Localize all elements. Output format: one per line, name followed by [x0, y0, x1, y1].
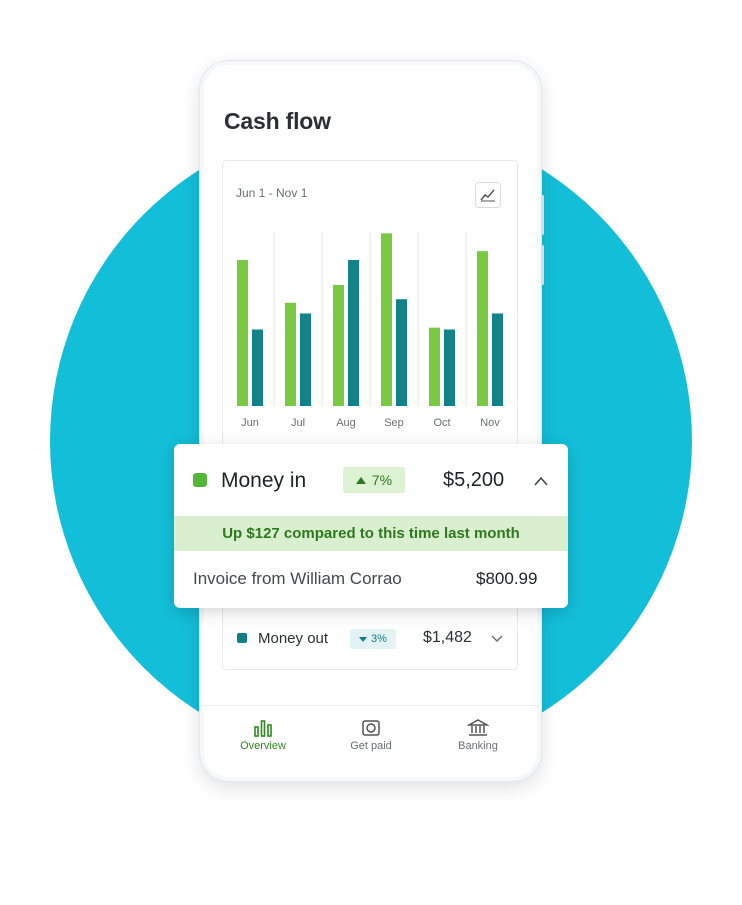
money-out-legend-swatch [237, 633, 247, 643]
phone-side-button [541, 195, 544, 235]
bank-icon [467, 719, 489, 736]
phone-side-button [541, 245, 544, 285]
invoice-label[interactable]: Invoice from William Corrao [193, 569, 402, 589]
bar-money-in[interactable] [477, 251, 488, 406]
chart-type-button[interactable] [475, 182, 501, 208]
bar-money-out[interactable] [396, 299, 407, 406]
bar-chart-icon [254, 720, 272, 737]
money-out-change-badge: 3% [350, 629, 396, 649]
x-tick-label: Oct [433, 417, 450, 429]
trend-down-icon [359, 636, 368, 642]
money-out-label: Money out [258, 630, 329, 647]
date-range-label[interactable]: Jun 1 - Nov 1 [236, 186, 307, 200]
money-in-change-badge: 7% [343, 467, 405, 493]
x-tick-label: Nov [480, 417, 500, 429]
tab-get-paid[interactable]: Get paid [331, 718, 411, 752]
invoice-amount: $800.99 [476, 569, 538, 588]
cash-flow-chart: Jun Jul Aug Sep Oct Nov [237, 232, 503, 429]
money-in-comparison-banner: Up $127 compared to this time last month [174, 516, 568, 551]
tab-get-paid-label: Get paid [350, 740, 392, 752]
chevron-up-icon[interactable] [533, 475, 549, 487]
tab-overview[interactable]: Overview [223, 718, 303, 752]
line-chart-icon [480, 189, 495, 202]
x-tick-label: Aug [336, 417, 356, 429]
bar-money-in[interactable] [285, 302, 296, 406]
tab-banking[interactable]: Banking [438, 718, 518, 752]
bar-money-in[interactable] [381, 233, 392, 406]
bar-money-out[interactable] [348, 260, 359, 406]
trend-up-icon [355, 476, 366, 484]
bar-money-out[interactable] [444, 329, 455, 406]
bar-money-in[interactable] [237, 260, 248, 406]
x-tick-label: Sep [384, 417, 404, 429]
bar-money-out[interactable] [300, 313, 311, 406]
money-out-amount: $1,482 [423, 629, 472, 646]
tab-bar-divider [203, 705, 539, 706]
x-tick-label: Jul [291, 417, 305, 429]
tab-banking-label: Banking [458, 740, 498, 752]
bar-money-out[interactable] [252, 329, 263, 406]
money-in-label: Money in [221, 469, 307, 492]
money-in-change-value: 7% [371, 472, 393, 488]
page-title: Cash flow [224, 108, 331, 134]
bar-money-in[interactable] [429, 327, 440, 406]
x-tick-label: Jun [241, 417, 259, 429]
money-in-amount: $5,200 [443, 469, 505, 491]
bar-money-in[interactable] [333, 284, 344, 406]
chevron-down-icon[interactable] [491, 634, 503, 643]
tab-overview-label: Overview [240, 740, 286, 752]
money-out-change-value: 3% [371, 633, 387, 645]
bar-money-out[interactable] [492, 313, 503, 406]
cash-icon [362, 720, 380, 736]
money-in-legend-swatch [193, 473, 207, 487]
